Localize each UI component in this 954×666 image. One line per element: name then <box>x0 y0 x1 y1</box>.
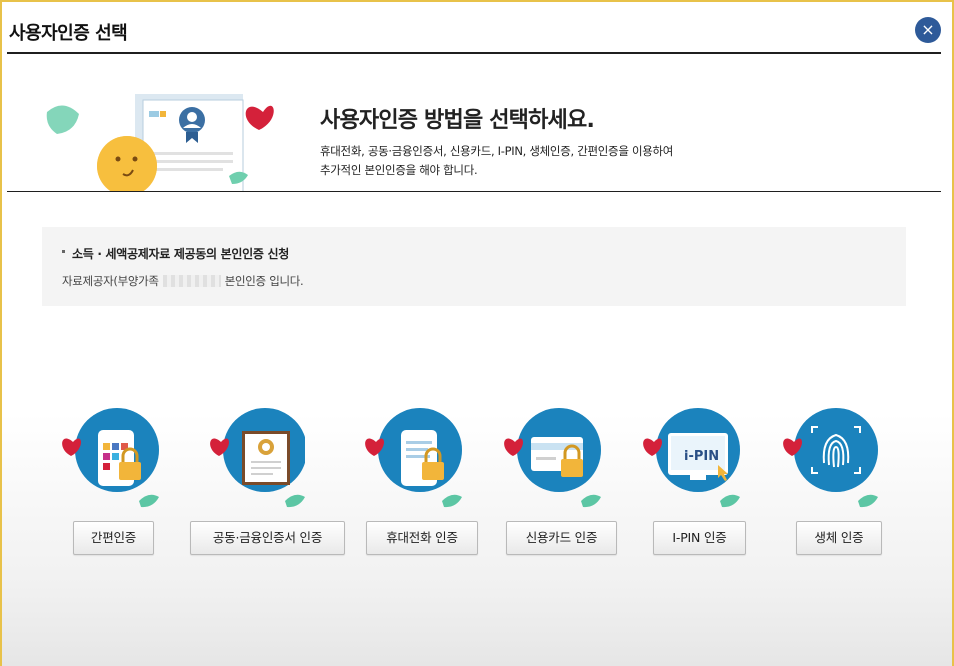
hero-description-line-1: 휴대전화, 공동·금융인증서, 신용카드, I-PIN, 생체인증, 간편인증을… <box>320 144 674 158</box>
close-icon: × <box>921 20 935 39</box>
hero-description-line-2: 추가적인 본인인증을 해야 합니다. <box>320 163 478 177</box>
notice-title: 소득 · 세액공제자료 제공동의 본인인증 신청 <box>62 245 289 262</box>
close-button[interactable]: × <box>915 17 941 43</box>
certificate-icon[interactable] <box>205 405 305 510</box>
ipin-icon-text: i-PIN <box>684 449 719 464</box>
mobile-phone-auth-button[interactable]: 휴대전화 인증 <box>366 521 478 555</box>
hero-illustration <box>46 94 274 191</box>
dialog-title: 사용자인증 선택 <box>9 23 128 44</box>
hero-heading: 사용자인증 방법을 선택하세요. <box>320 108 595 133</box>
credit-card-auth-button[interactable]: 신용카드 인증 <box>506 521 617 555</box>
simple-auth-button[interactable]: 간편인증 <box>73 521 154 555</box>
certificate-auth-button[interactable]: 공동·금융인증서 인증 <box>190 521 345 555</box>
title-bar: 사용자인증 선택 <box>7 18 941 54</box>
notice-sub-before: 자료제공자(부양가족 <box>62 274 159 288</box>
masked-name <box>162 275 221 287</box>
notice-subtext: 자료제공자(부양가족 본인인증 입니다. <box>62 273 304 289</box>
mobile-phone-icon[interactable] <box>362 405 462 510</box>
hero-banner: 사용자인증 방법을 선택하세요. 휴대전화, 공동·금융인증서, 신용카드, I… <box>7 80 941 192</box>
ipin-auth-button[interactable]: I-PIN 인증 <box>653 521 746 555</box>
credit-card-icon[interactable] <box>501 405 601 510</box>
biometric-auth-button[interactable]: 생체 인증 <box>796 521 882 555</box>
ipin-icon[interactable]: i-PIN <box>640 405 740 510</box>
notice-title-text: 소득 · 세액공제자료 제공동의 본인인증 신청 <box>72 247 289 261</box>
notice-sub-after: 본인인증 입니다. <box>224 274 304 288</box>
hero-description: 휴대전화, 공동·금융인증서, 신용카드, I-PIN, 생체인증, 간편인증을… <box>320 142 673 180</box>
simple-auth-icon[interactable] <box>59 405 159 510</box>
notice-box: 소득 · 세액공제자료 제공동의 본인인증 신청 자료제공자(부양가족 본인인증 … <box>42 227 906 306</box>
fingerprint-icon[interactable] <box>780 405 880 510</box>
